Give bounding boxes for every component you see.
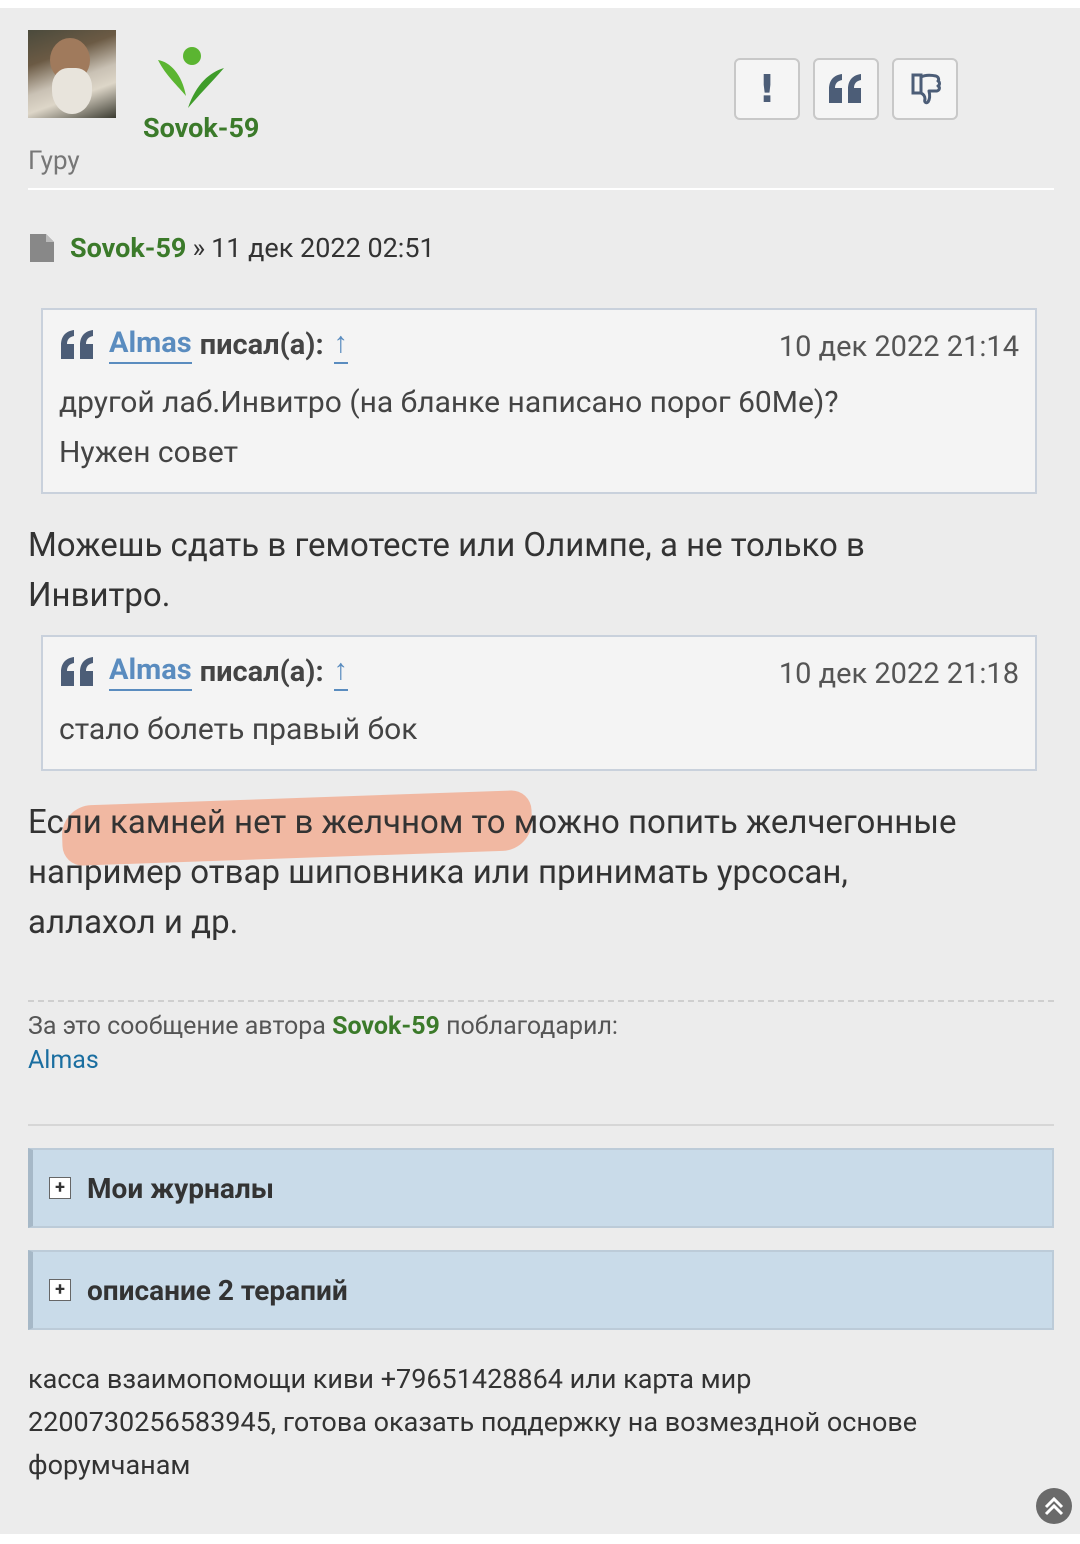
thanks-divider xyxy=(28,1000,1054,1002)
expand-icon[interactable]: + xyxy=(49,1177,71,1199)
quote-block: Almas писал(а): ↑ 10 дек 2022 21:18 стал… xyxy=(41,635,1037,771)
signature-line: 2200730256583945, готова оказать поддерж… xyxy=(28,1406,918,1438)
quote-wrote-label: писал(а): xyxy=(199,655,324,689)
signature-line: форумчанам xyxy=(28,1449,191,1481)
thanks-user-link[interactable]: Almas xyxy=(28,1046,99,1075)
quote-marks-icon xyxy=(61,657,93,686)
quote-button[interactable] xyxy=(813,58,879,120)
thumbs-down-icon xyxy=(911,73,941,105)
post-author-link[interactable]: Sovok-59 xyxy=(70,232,186,264)
post-paragraph: Можешь сдать в гемотесте или Олимпе, а н… xyxy=(28,521,1048,621)
header-divider xyxy=(28,188,1054,190)
thanks-block: За это сообщение автора Sovok-59 поблаго… xyxy=(28,1010,618,1078)
user-rank: Гуру xyxy=(28,146,80,176)
username[interactable]: Sovok-59 xyxy=(143,112,259,144)
report-icon: ! xyxy=(758,67,776,111)
spoiler-my-journals[interactable]: + Мои журналы xyxy=(28,1148,1054,1228)
report-button[interactable]: ! xyxy=(734,58,800,120)
quote-jump-link[interactable]: ↑ xyxy=(333,653,349,691)
spoiler-label: описание 2 терапий xyxy=(87,1273,348,1307)
post-document-icon[interactable] xyxy=(30,234,54,262)
post-date: 11 дек 2022 02:51 xyxy=(211,232,435,264)
quote-date: 10 дек 2022 21:14 xyxy=(778,330,1019,364)
post-text-line: Инвитро. xyxy=(28,576,171,615)
quote-icon xyxy=(829,74,861,103)
quote-text-line: стало болеть правый бок xyxy=(59,712,418,747)
quote-text-line: другой лаб.Инвитро (на бланке написано п… xyxy=(59,385,839,420)
meta-separator: » xyxy=(192,232,206,264)
quote-text: другой лаб.Инвитро (на бланке написано п… xyxy=(59,378,1019,478)
post-text-line: например отвар шиповника или принимать у… xyxy=(28,853,848,892)
quote-date: 10 дек 2022 21:18 xyxy=(778,657,1019,691)
post-paragraph: Если камней нет в желчном то можно попит… xyxy=(28,798,1048,948)
avatar[interactable] xyxy=(28,30,116,118)
chevron-up-icon xyxy=(1044,1496,1064,1516)
quote-jump-link[interactable]: ↑ xyxy=(333,326,349,364)
spoiler-therapy-description[interactable]: + описание 2 терапий xyxy=(28,1250,1054,1330)
post-meta: Sovok-59 » 11 дек 2022 02:51 xyxy=(30,232,435,264)
post-text-line: Можешь сдать в гемотесте или Олимпе, а н… xyxy=(28,526,865,565)
scroll-to-top-button[interactable] xyxy=(1036,1488,1072,1524)
thanks-author-link[interactable]: Sovok-59 xyxy=(332,1012,440,1041)
dislike-button[interactable] xyxy=(892,58,958,120)
expand-icon[interactable]: + xyxy=(49,1279,71,1301)
signature-divider xyxy=(28,1124,1054,1126)
quote-text-line: Нужен совет xyxy=(59,435,239,470)
quote-author-link[interactable]: Almas xyxy=(109,326,192,364)
user-signature: касса взаимопомощи киви +79651428864 или… xyxy=(28,1358,1048,1487)
quote-text: стало болеть правый бок xyxy=(59,705,1019,755)
quote-author-link[interactable]: Almas xyxy=(109,653,192,691)
quote-block: Almas писал(а): ↑ 10 дек 2022 21:14 друг… xyxy=(41,308,1037,494)
quote-marks-icon xyxy=(61,330,93,359)
rank-logo-icon xyxy=(158,47,224,108)
quote-wrote-label: писал(а): xyxy=(199,328,324,362)
post-text-line: аллахол и др. xyxy=(28,903,239,942)
post-container: Sovok-59 Гуру ! Sovok-59 » 11 дек 2022 0… xyxy=(0,8,1080,1534)
thanks-prefix: За это сообщение автора xyxy=(28,1012,326,1041)
spoiler-label: Мои журналы xyxy=(87,1171,274,1205)
post-text-line: Если камней нет в желчном то можно попит… xyxy=(28,803,957,842)
thanks-suffix: поблагодарил: xyxy=(446,1012,618,1041)
signature-line: касса взаимопомощи киви +79651428864 или… xyxy=(28,1363,752,1395)
